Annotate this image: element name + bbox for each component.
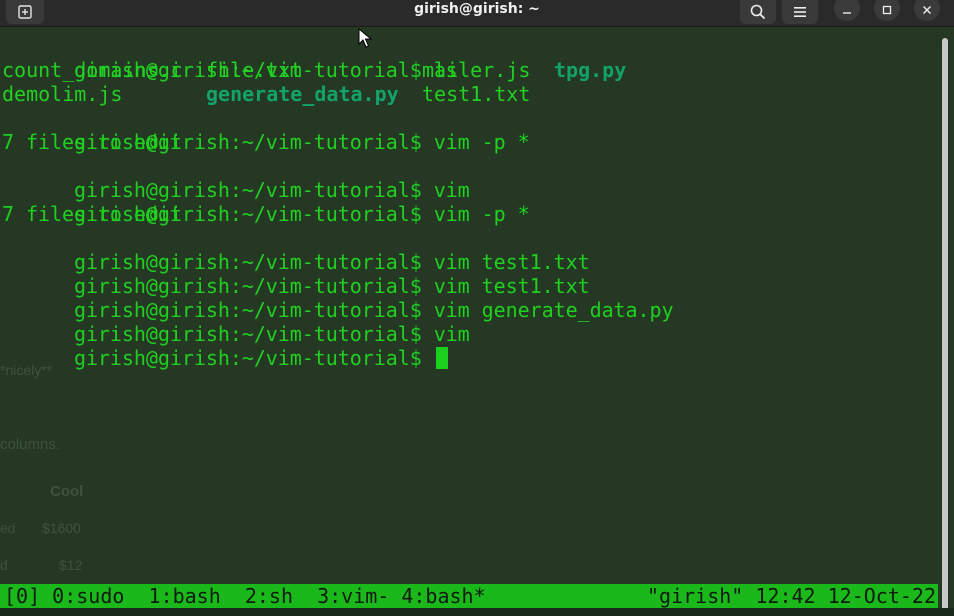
tmux-window-list: [0] 0:sudo 1:bash 2:sh 3:vim- 4:bash* [4, 584, 486, 608]
terminal-line: girish@girish:~/vim-tutorial$ vim test1.… [2, 226, 590, 274]
title-bar: girish@girish: ~ [0, 0, 954, 27]
terminal-line: girish@girish:~/vim-tutorial$ vim genera… [2, 274, 674, 322]
ghost-text: ed [0, 520, 16, 536]
text-cursor [435, 347, 448, 369]
close-button[interactable] [914, 0, 940, 21]
scrollbar-thumb[interactable] [942, 38, 948, 613]
ghost-text: $12 [59, 557, 83, 573]
file-entry: count_domains.c [2, 58, 183, 82]
command-text: vim -p * [421, 202, 530, 226]
search-icon [750, 4, 766, 20]
new-tab-button[interactable] [6, 0, 44, 24]
terminal-line: girish@girish:~/vim-tutorial$ vim [2, 154, 470, 202]
executable-file-entry: tpg.py [554, 58, 627, 82]
command-text: vim -p * [421, 130, 530, 154]
terminal-line: girish@girish:~/vim-tutorial$ [2, 322, 448, 370]
close-icon [923, 6, 931, 14]
minimize-button[interactable] [834, 0, 860, 21]
terminal-line: girish@girish:~/vim-tutorial$ vim -p * [2, 106, 530, 154]
ghost-text: columns. [0, 436, 61, 453]
scrollbar[interactable] [938, 34, 954, 616]
menu-button[interactable] [782, 0, 818, 24]
executable-file-entry: generate_data.py [206, 82, 399, 106]
shell-prompt: girish@girish:~/vim-tutorial$ [73, 346, 422, 370]
file-entry: file.txt [206, 58, 303, 82]
search-button[interactable] [740, 0, 776, 24]
tmux-status-right: "girish" 12:42 12-Oct-22 [647, 584, 936, 608]
terminal-line: girish@girish:~/vim-tutorial$ vim test1.… [2, 250, 590, 298]
mouse-pointer-icon [358, 28, 372, 48]
ghost-text: $1600 [42, 520, 81, 536]
terminal-line: girish@girish:~/vim-tutorial$ ls [2, 34, 458, 82]
maximize-icon [882, 5, 892, 15]
file-entry: mailer.js [422, 58, 531, 82]
terminal-line: girish@girish:~/vim-tutorial$ vim [2, 298, 470, 346]
terminal-output: 7 files to edit [2, 130, 182, 154]
file-entry: demolim.js [2, 82, 123, 106]
ghost-text: Cool [50, 483, 84, 500]
ghost-text: d [0, 557, 8, 573]
terminal-window: girish@girish: ~ *nicely** columns. Cool… [0, 0, 954, 616]
window-bottom-edge [0, 608, 954, 616]
tmux-status-bar: [0] 0:sudo 1:bash 2:sh 3:vim- 4:bash* "g… [0, 584, 938, 608]
terminal-output: 7 files to edit [2, 202, 182, 226]
new-tab-icon [18, 5, 32, 19]
terminal-area[interactable]: *nicely** columns. Cool ed $1600 d $12 g… [0, 34, 938, 584]
file-entry: test1.txt [422, 82, 531, 106]
command-text [422, 346, 434, 370]
terminal-line: girish@girish:~/vim-tutorial$ vim -p * [2, 178, 530, 226]
minimize-icon [843, 12, 851, 14]
hamburger-menu-icon [794, 7, 806, 17]
maximize-button[interactable] [874, 0, 900, 21]
